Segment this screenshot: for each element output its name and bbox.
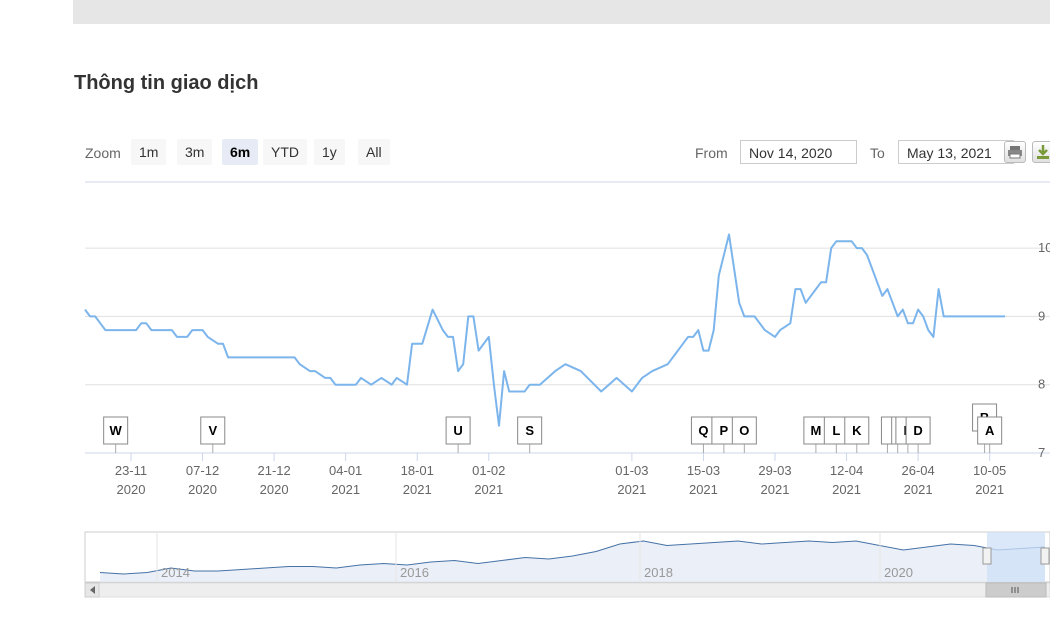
scrollbar-track[interactable]	[84, 582, 1050, 598]
y-tick-label: 8	[1038, 377, 1045, 392]
x-tick-label: 15-03	[687, 463, 720, 478]
x-tick-label: 07-12	[186, 463, 219, 478]
x-tick-label: 23-11	[115, 463, 147, 478]
x-tick-year-label: 2021	[761, 482, 790, 497]
y-tick-label: 9	[1038, 308, 1045, 323]
x-tick-year-label: 2021	[904, 482, 933, 497]
flag-label: W	[110, 423, 123, 438]
x-tick-year-label: 2020	[117, 482, 146, 497]
navigator-selection[interactable]	[987, 532, 1045, 582]
navigator-year-label: 2018	[644, 565, 673, 580]
x-tick-label: 04-01	[329, 463, 362, 478]
flag-label: V	[208, 423, 217, 438]
flag-label: M	[810, 423, 821, 438]
x-tick-label: 26-04	[901, 463, 934, 478]
x-tick-year-label: 2020	[260, 482, 289, 497]
flag-label: S	[525, 423, 534, 438]
x-tick-label: 10-05	[973, 463, 1006, 478]
price-chart: WVUSQPOMLKEDBA 23-11202007-12202021-1220…	[84, 181, 1050, 598]
x-tick-year-label: 2021	[832, 482, 861, 497]
x-tick-year-label: 2021	[689, 482, 718, 497]
flag-label: A	[985, 423, 995, 438]
x-tick-year-label: 2021	[403, 482, 432, 497]
flag-label: P	[720, 423, 729, 438]
x-tick-label: 01-03	[615, 463, 648, 478]
price-line-series	[84, 233, 1005, 427]
flag-label: D	[913, 423, 922, 438]
x-tick-year-label: 2021	[975, 482, 1004, 497]
flag-label: K	[852, 423, 862, 438]
navigator-year-label: 2014	[161, 565, 190, 580]
x-tick-label: 18-01	[401, 463, 434, 478]
flag-label: Q	[698, 423, 708, 438]
y-tick-label: 10	[1038, 240, 1050, 255]
x-tick-label: 29-03	[758, 463, 791, 478]
x-tick-year-label: 2021	[331, 482, 360, 497]
navigator-year-label: 2020	[884, 565, 913, 580]
x-tick-label: 12-04	[830, 463, 863, 478]
x-tick-year-label: 2021	[617, 482, 646, 497]
flag-label: O	[739, 423, 749, 438]
flag-label: L	[832, 423, 840, 438]
navigator-right-handle[interactable]	[1040, 547, 1050, 565]
x-tick-year-label: 2020	[188, 482, 217, 497]
navigator-year-label: 2016	[400, 565, 429, 580]
x-tick-label: 21-12	[257, 463, 290, 478]
x-tick-year-label: 2021	[474, 482, 503, 497]
navigator-left-handle[interactable]	[982, 547, 992, 565]
flag-label: U	[453, 423, 462, 438]
x-tick-label: 01-02	[472, 463, 505, 478]
y-tick-label: 7	[1038, 445, 1045, 460]
scrollbar-thumb[interactable]	[985, 582, 1047, 598]
